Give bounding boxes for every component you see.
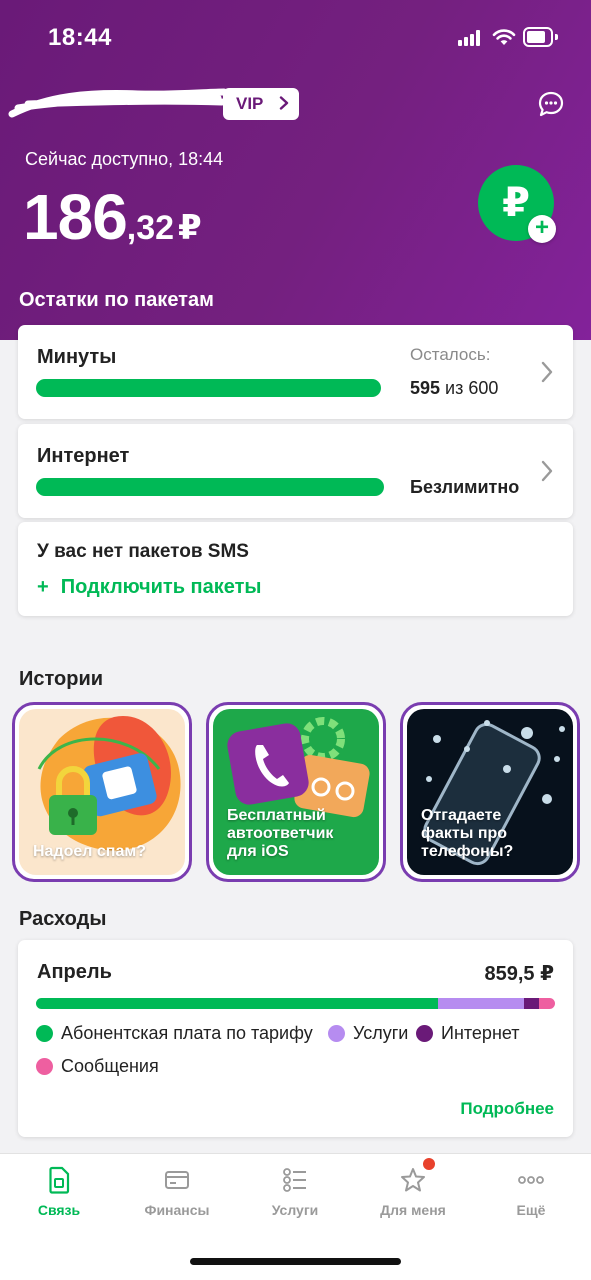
legend-item: Услуги [328,1023,408,1044]
expenses-total: 859,5 ₽ [484,963,554,985]
internet-title: Интернет [37,445,130,467]
expenses-segment [539,998,555,1009]
card-icon [165,1171,189,1189]
chevron-right-icon [279,96,289,110]
balance-amount: 186,32 ₽ [23,180,202,254]
expenses-section-title: Расходы [19,908,107,930]
story-caption: Отгадаете факты про телефоны? [421,807,514,860]
home-indicator [190,1258,401,1265]
tab-label: Ещё [516,1202,546,1218]
internet-progress-bar [36,478,384,496]
internet-remain-value: Безлимитно [410,477,520,497]
legend-item: Абонентская плата по тарифу [36,1023,313,1044]
legend-item: Интернет [416,1023,520,1044]
chat-bubble-icon[interactable] [537,90,565,118]
legend-label: Интернет [441,1023,520,1043]
story-caption: Надоел спам? [33,843,146,860]
expenses-month: Апрель [37,961,112,983]
tab-label: Услуги [271,1202,319,1218]
minutes-package-card[interactable]: Минуты Осталось: 595 из 600 [18,325,573,419]
plus-icon: + [37,576,49,598]
status-time: 18:44 [48,24,112,51]
tab-label: Финансы [144,1202,210,1218]
tab-more[interactable]: Ещё [472,1164,590,1224]
story-image-phone-facts: Отгадаете факты про телефоны? [407,709,573,875]
tab-label: Связь [37,1202,81,1218]
story-image-spam: Надоел спам? [19,709,185,875]
tab-label: Для меня [380,1202,446,1218]
expenses-segment [36,998,439,1009]
connect-packages-label: Подключить пакеты [60,576,262,598]
sms-title: У вас нет пакетов SMS [37,541,249,562]
connect-packages-link[interactable]: + Подключить пакеты [37,576,262,599]
tab-svyaz[interactable]: Связь [0,1164,118,1224]
tab-for-me[interactable]: Для меня [354,1164,472,1224]
balance-caption: Сейчас доступно, 18:44 [25,149,224,169]
tab-finance[interactable]: Финансы [118,1164,236,1224]
sim-card-icon [49,1166,70,1194]
minutes-title: Минуты [37,346,117,368]
story-card-phone-facts[interactable]: Отгадаете факты про телефоны? [400,702,580,882]
minutes-remain-value: 595 из 600 [410,378,498,399]
story-image-autoanswer: Бесплатный автоответчик для iOS [213,709,379,875]
story-caption: Бесплатный автоответчик для iOS [227,807,334,860]
battery-icon [523,27,558,47]
notification-dot [423,1158,435,1170]
vip-badge-button[interactable]: VIP [223,88,299,120]
balance-integer: 186 [23,181,128,253]
redacted-name-scribble [8,88,228,118]
chevron-right-icon [541,361,553,383]
star-icon [401,1168,425,1192]
services-list-icon [283,1168,306,1192]
expenses-card[interactable]: Апрель 859,5 ₽ Абонентская плата по тари… [18,940,573,1137]
minutes-remain-rest: из 600 [440,378,499,398]
tab-services[interactable]: Услуги [236,1164,354,1224]
legend-dot [36,1058,53,1075]
legend-label: Услуги [353,1023,409,1043]
more-dots-icon [518,1176,544,1184]
minutes-remain-used: 595 [410,378,441,398]
expenses-details-link[interactable]: Подробнее [460,1099,554,1119]
minutes-progress-bar [36,379,381,397]
story-card-spam[interactable]: Надоел спам? [12,702,192,882]
balance-currency: ₽ [178,209,202,247]
expenses-segment [438,998,524,1009]
story-card-autoanswer[interactable]: Бесплатный автоответчик для iOS [206,702,386,882]
wifi-icon [492,29,516,45]
packages-section-title: Остатки по пакетам [19,289,214,311]
legend-dot [36,1025,53,1042]
vip-label: VIP [236,94,264,113]
chevron-right-icon [541,460,553,482]
legend-dot [416,1025,433,1042]
legend-label: Абонентская плата по тарифу [61,1023,313,1043]
status-bar: 18:44 [0,0,591,70]
internet-package-card[interactable]: Интернет Безлимитно [18,424,573,518]
balance-fraction: ,32 [126,209,175,247]
minutes-remain-label: Осталось: [410,345,491,364]
plus-icon: + [528,215,556,243]
cellular-signal-icon [458,30,484,46]
legend-label: Сообщения [61,1056,159,1076]
stories-section-title: Истории [19,668,104,690]
topup-balance-button[interactable]: ₽ + [478,165,556,243]
legend-item: Сообщения [36,1056,159,1077]
expenses-breakdown-bar [36,998,555,1009]
legend-dot [328,1025,345,1042]
expenses-segment [523,998,540,1009]
sms-package-card: У вас нет пакетов SMS + Подключить пакеты [18,522,573,616]
